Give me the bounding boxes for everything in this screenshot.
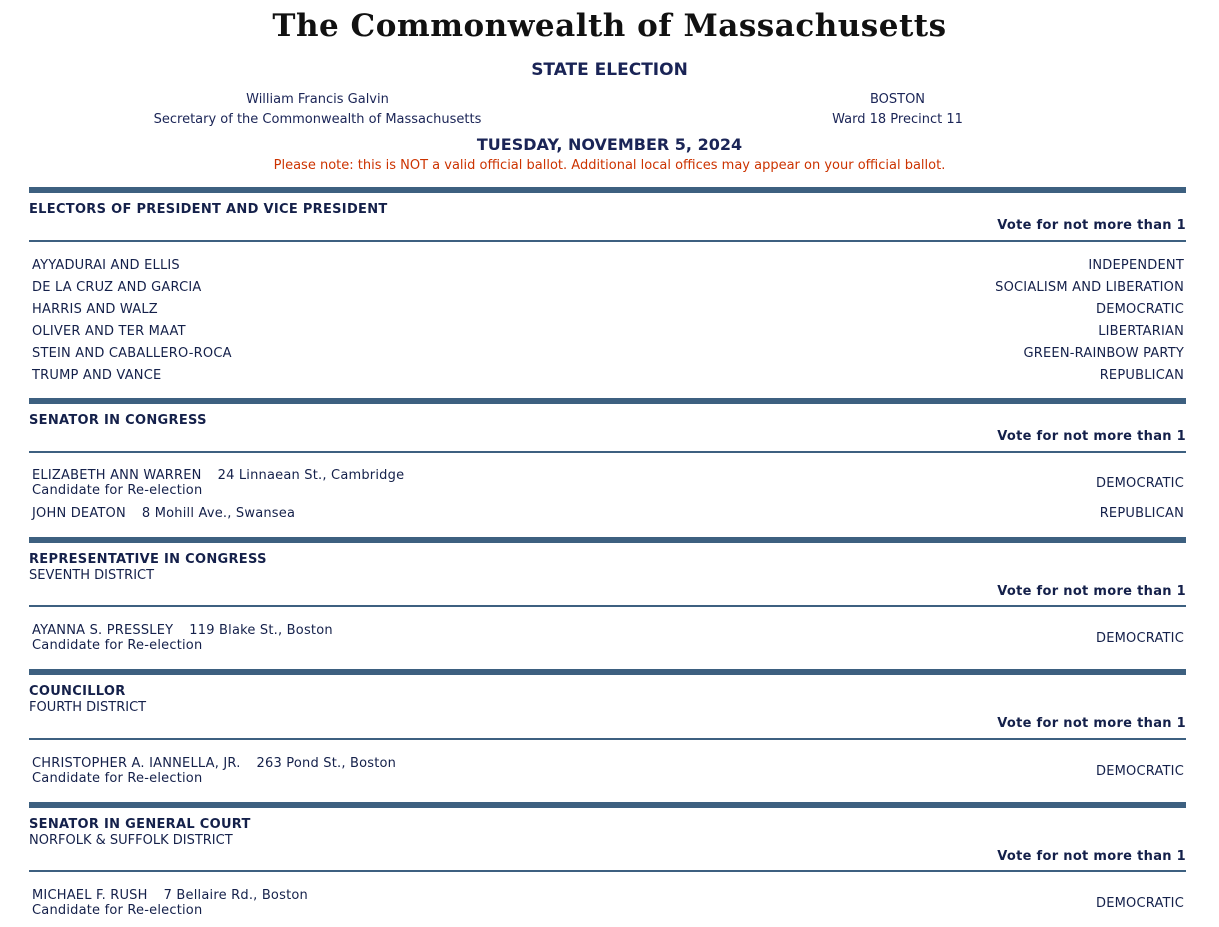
city: BOSTON [869,92,926,107]
section-divider [29,187,1186,193]
candidate-party: DEMOCRATIC [1096,631,1184,646]
candidate-name: OLIVER AND TER MAAT [32,324,186,339]
candidate-party: REPUBLICAN [1099,506,1184,521]
candidate-entry: ELIZABETH ANN WARREN 24 Linnaean St., Cam… [32,468,404,498]
candidate-name: CHRISTOPHER A. IANNELLA, JR. [32,756,241,771]
official-block: William Francis Galvin Secretary of the … [100,90,535,130]
election-type: STATE ELECTION [531,60,688,80]
candidate-name: HARRIS AND WALZ [32,302,158,317]
candidate-entry: JOHN DEATON 8 Mohill Ave., Swansea [32,506,295,521]
candidate-party: GREEN-RAINBOW PARTY [1023,346,1184,361]
ward-precinct: Ward 18 Precinct 11 [832,112,963,127]
section-divider [29,398,1186,404]
candidate-address: 24 Linnaean St., Cambridge [217,468,405,483]
race-electors: ELECTORS OF PRESIDENT AND VICE PRESIDENT… [29,187,1186,402]
candidate-name: TRUMP AND VANCE [32,368,162,383]
race-senator-in-general-court: SENATOR IN GENERAL COURT NORFOLK & SUFFO… [29,802,1186,927]
office-title: REPRESENTATIVE IN CONGRESS [29,552,267,567]
candidate-address: 7 Bellaire Rd., Boston [163,888,308,903]
official-title: Secretary of the Commonwealth of Massach… [153,112,482,127]
vote-instruction: Vote for not more than 1 [997,584,1186,599]
candidate-party: SOCIALISM AND LIBERATION [995,280,1184,295]
candidate-address: 263 Pond St., Boston [256,756,397,771]
section-rule [29,605,1186,607]
candidate-name: AYYADURAI AND ELLIS [32,258,180,273]
candidate-entry: AYANNA S. PRESSLEY 119 Blake St., Boston … [32,623,333,653]
candidate-party: REPUBLICAN [1099,368,1184,383]
section-rule [29,451,1186,453]
candidate-party: LIBERTARIAN [1098,324,1184,339]
candidate-name: ELIZABETH ANN WARREN [32,468,202,483]
section-divider [29,537,1186,543]
office-title: COUNCILLOR [29,684,126,699]
section-rule [29,738,1186,740]
page-title: The Commonwealth of Massachusetts [272,8,947,44]
election-date: TUESDAY, NOVEMBER 5, 2024 [476,135,743,154]
candidate-name: MICHAEL F. RUSH [32,888,148,903]
candidate-note: Candidate for Re-election [32,903,203,918]
section-rule [29,870,1186,872]
candidate-party: DEMOCRATIC [1096,764,1184,779]
section-divider [29,802,1186,808]
candidate-entry: MICHAEL F. RUSH 7 Bellaire Rd., Boston Ca… [32,888,308,918]
race-representative-in-congress: REPRESENTATIVE IN CONGRESS SEVENTH DISTR… [29,537,1186,672]
candidate-party: INDEPENDENT [1088,258,1184,273]
office-title: ELECTORS OF PRESIDENT AND VICE PRESIDENT [29,202,388,217]
district-name: NORFOLK & SUFFOLK DISTRICT [29,833,233,848]
candidate-party: DEMOCRATIC [1096,302,1184,317]
section-rule [29,240,1186,242]
candidate-address: 8 Mohill Ave., Swansea [141,506,296,521]
race-councillor: COUNCILLOR FOURTH DISTRICT Vote for not … [29,669,1186,804]
candidate-entry: CHRISTOPHER A. IANNELLA, JR. 263 Pond St.… [32,756,396,786]
candidate-note: Candidate for Re-election [32,771,203,786]
vote-instruction: Vote for not more than 1 [997,849,1186,864]
candidate-name: JOHN DEATON [32,506,126,521]
vote-instruction: Vote for not more than 1 [997,218,1186,233]
race-senator-in-congress: SENATOR IN CONGRESS Vote for not more th… [29,398,1186,538]
vote-instruction: Vote for not more than 1 [997,429,1186,444]
candidate-party: DEMOCRATIC [1096,896,1184,911]
candidate-name: STEIN AND CABALLERO-ROCA [32,346,232,361]
office-title: SENATOR IN GENERAL COURT [29,817,251,832]
ballot-disclaimer: Please note: this is NOT a valid officia… [273,158,946,173]
candidate-note: Candidate for Re-election [32,638,203,653]
candidate-party: DEMOCRATIC [1096,476,1184,491]
section-divider [29,669,1186,675]
official-name: William Francis Galvin [246,92,389,107]
candidate-note: Candidate for Re-election [32,483,203,498]
vote-instruction: Vote for not more than 1 [997,716,1186,731]
office-title: SENATOR IN CONGRESS [29,413,207,428]
district-name: FOURTH DISTRICT [29,700,147,715]
district-name: SEVENTH DISTRICT [29,568,155,583]
location-block: BOSTON Ward 18 Precinct 11 [780,90,1015,130]
candidate-name: DE LA CRUZ AND GARCIA [32,280,202,295]
candidate-name: AYANNA S. PRESSLEY [32,623,174,638]
candidate-address: 119 Blake St., Boston [189,623,333,638]
